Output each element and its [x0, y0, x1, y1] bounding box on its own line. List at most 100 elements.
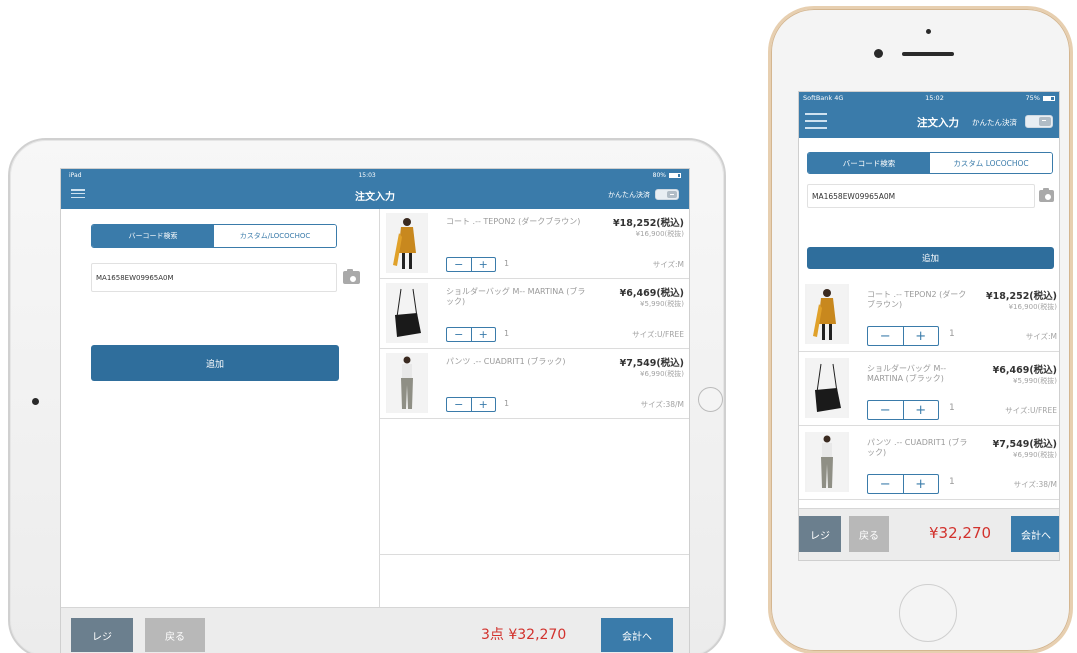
product-price: ¥7,549(税込) — [992, 439, 1057, 450]
iphone-battery-percent: 75% — [1025, 94, 1040, 102]
battery-level-fill — [670, 173, 678, 177]
iphone-carrier: SoftBank 4G — [803, 94, 844, 102]
product-name: コート .-- TEPON2 (ダークブラウン) — [446, 217, 581, 226]
quantity-stepper: − + — [867, 326, 939, 346]
tab-barcode-search[interactable]: バーコード検索 — [808, 153, 930, 173]
cart-item: パンツ .-- CUADRIT1 (ブラック) ¥7,549(税込) ¥6,990(… — [380, 349, 689, 419]
battery-icon — [1042, 95, 1055, 101]
iphone-home-button[interactable] — [899, 584, 957, 642]
quick-payment-toggle[interactable] — [1025, 115, 1053, 128]
increase-button[interactable]: + — [470, 328, 496, 341]
tab-custom[interactable]: カスタム/LOCOCHOC — [214, 225, 336, 247]
checkout-button[interactable]: 会計へ — [601, 618, 673, 652]
iphone-camera — [874, 49, 883, 58]
product-name: パンツ .-- CUADRIT1 (ブラック) — [446, 357, 566, 366]
empty-row — [379, 555, 689, 559]
page-title: 注文入力 — [355, 191, 395, 203]
increase-button[interactable]: + — [470, 398, 496, 411]
product-name: パンツ .-- CUADRIT1 (ブラック) — [867, 438, 968, 457]
product-name: コート .-- TEPON2 (ダークブラウン) — [867, 290, 967, 309]
quantity-stepper: − + — [446, 397, 496, 412]
product-thumbnail — [805, 432, 849, 492]
product-size: サイズ:M — [652, 260, 684, 269]
decrease-button[interactable]: − — [447, 258, 471, 271]
iphone-device: SoftBank 4G 15:02 75% 注文入力 かんたん決済 バーコード検… — [768, 6, 1073, 653]
ipad-input-panel: バーコード検索 カスタム/LOCOCHOC MA1658EW09965A0M 追… — [61, 209, 379, 609]
increase-button[interactable]: + — [902, 401, 939, 419]
increase-button[interactable]: + — [470, 258, 496, 271]
menu-icon[interactable] — [71, 187, 85, 200]
register-button[interactable]: レジ — [71, 618, 133, 652]
add-button[interactable]: 追加 — [807, 247, 1054, 269]
quick-payment-label: かんたん決済 — [608, 190, 650, 199]
register-button[interactable]: レジ — [799, 516, 841, 552]
decrease-button[interactable]: − — [447, 328, 471, 341]
checkout-button[interactable]: 会計へ — [1011, 516, 1059, 552]
quantity-value: 1 — [504, 259, 510, 268]
ipad-device: iPad 15:03 80% 注文入力 かんたん決済 バーコード検索 カスタム/… — [8, 138, 726, 653]
back-button[interactable]: 戻る — [145, 618, 205, 652]
increase-button[interactable]: + — [902, 327, 939, 345]
increase-button[interactable]: + — [902, 475, 939, 493]
quantity-value: 1 — [949, 477, 955, 487]
product-size: サイズ:38/M — [1013, 480, 1057, 489]
tab-barcode-search[interactable]: バーコード検索 — [92, 225, 214, 247]
ipad-camera — [32, 398, 39, 405]
quantity-value: 1 — [949, 329, 955, 339]
quick-payment: かんたん決済 — [608, 189, 679, 200]
order-total: ¥32,270 — [929, 524, 992, 542]
ipad-footer: レジ 戻る 3点 ¥32,270 会計へ — [61, 607, 689, 653]
quantity-stepper: − + — [446, 257, 496, 272]
product-pretax-price: ¥16,900(税抜) — [635, 230, 684, 238]
decrease-button[interactable]: − — [868, 401, 903, 419]
cart-item: コート .-- TEPON2 (ダークブラウン) ¥18,252(税込) ¥16,9… — [380, 209, 689, 279]
ipad-home-button[interactable] — [698, 387, 723, 412]
product-price: ¥7,549(税込) — [619, 358, 684, 369]
product-thumbnail — [805, 358, 849, 418]
barcode-input[interactable]: MA1658EW09965A0M — [91, 263, 337, 292]
back-button[interactable]: 戻る — [849, 516, 889, 552]
decrease-button[interactable]: − — [447, 398, 471, 411]
product-price: ¥6,469(税込) — [619, 288, 684, 299]
cart-item: ショルダーバッグ M-- MARTINA (ブラック) ¥6,469(税込) ¥5,… — [799, 352, 1059, 426]
cart-item: ショルダーバッグ M-- MARTINA (ブラック) ¥6,469(税込) ¥5,… — [380, 279, 689, 349]
menu-icon[interactable] — [805, 113, 827, 129]
iphone-speaker — [902, 52, 954, 56]
cart-item: コート .-- TEPON2 (ダークブラウン) ¥18,252(税込) ¥16,9… — [799, 278, 1059, 352]
toggle-knob-icon — [667, 191, 677, 198]
decrease-button[interactable]: − — [868, 327, 903, 345]
iphone-battery: 75% — [1026, 94, 1055, 102]
quick-payment-label: かんたん決済 — [972, 118, 1017, 127]
ipad-nav-bar: 注文入力 かんたん決済 — [61, 181, 689, 209]
product-thumbnail — [386, 353, 428, 413]
tab-custom[interactable]: カスタム LOCOCHOC — [930, 153, 1052, 173]
product-pretax-price: ¥6,990(税抜) — [1013, 451, 1057, 459]
iphone-status-bar: SoftBank 4G 15:02 75% — [799, 92, 1059, 104]
quantity-value: 1 — [504, 399, 510, 408]
add-button[interactable]: 追加 — [91, 345, 339, 381]
product-size: サイズ:M — [1025, 332, 1057, 341]
camera-icon[interactable] — [343, 269, 360, 284]
product-price: ¥18,252(税込) — [986, 291, 1057, 302]
ipad-battery: 80% — [653, 172, 681, 179]
empty-row — [379, 485, 689, 555]
ipad-battery-percent: 80% — [652, 171, 666, 179]
decrease-button[interactable]: − — [868, 475, 903, 493]
quantity-stepper: − + — [867, 474, 939, 494]
product-pretax-price: ¥5,990(税抜) — [640, 300, 684, 308]
iphone-footer: レジ 戻る ¥32,270 会計へ — [799, 508, 1059, 560]
product-pretax-price: ¥5,990(税抜) — [1013, 377, 1057, 385]
toggle-knob-icon — [1039, 117, 1051, 126]
quantity-stepper: − + — [867, 400, 939, 420]
barcode-input[interactable]: MA1658EW09965A0M — [807, 184, 1035, 208]
quantity-value: 1 — [949, 403, 955, 413]
cart-item: パンツ .-- CUADRIT1 (ブラック) ¥7,549(税込) ¥6,990(… — [799, 426, 1059, 500]
search-mode-tabs: バーコード検索 カスタム/LOCOCHOC — [91, 224, 337, 248]
product-thumbnail — [386, 283, 428, 343]
camera-icon[interactable] — [1039, 188, 1054, 202]
quantity-value: 1 — [504, 329, 510, 338]
quick-payment-toggle[interactable] — [655, 189, 679, 200]
search-mode-tabs: バーコード検索 カスタム LOCOCHOC — [807, 152, 1053, 174]
product-name: ショルダーバッグ M-- MARTINA (ブラック) — [446, 287, 586, 306]
iphone-screen: SoftBank 4G 15:02 75% 注文入力 かんたん決済 バーコード検… — [798, 91, 1060, 561]
